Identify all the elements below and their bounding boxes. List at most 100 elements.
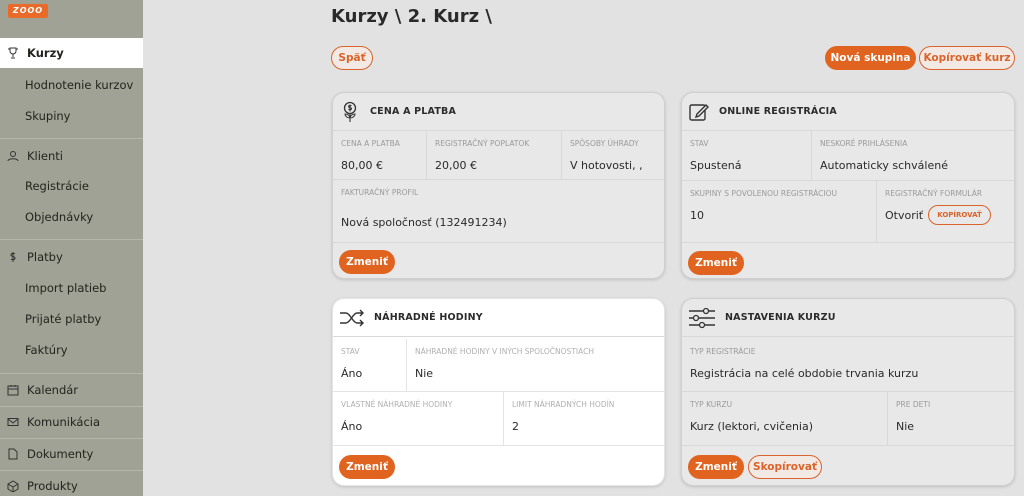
field-label: SPÔSOBY ÚHRADY xyxy=(570,139,639,148)
sidebar-item-komunikacia[interactable]: Komunikácia xyxy=(0,407,143,437)
sidebar-item-objednavky[interactable]: Objednávky xyxy=(0,202,143,232)
new-group-button[interactable]: Nová skupina xyxy=(825,46,916,70)
field-value: Áno xyxy=(341,367,363,380)
shuffle-icon xyxy=(339,307,365,329)
field-label: TYP REGISTRÁCIE xyxy=(690,347,756,356)
change-button[interactable]: Zmeniť xyxy=(339,250,395,274)
field-value: Nie xyxy=(896,420,915,433)
field-value: 10 xyxy=(690,209,704,222)
field-value: Automaticky schválené xyxy=(820,159,948,172)
sidebar-divider xyxy=(0,373,143,374)
field-label: CENA A PLATBA xyxy=(341,139,400,148)
sidebar-divider xyxy=(0,239,143,240)
field-label: REGISTRAČNÝ FORMULÁR xyxy=(885,189,983,198)
sidebar-item-klienti[interactable]: Klienti xyxy=(0,141,143,171)
sidebar-item-label: Registrácie xyxy=(25,179,89,193)
other-companies-cell: NÁHRADNÉ HODINY V INÝCH SPOLOČNOSTIACH N… xyxy=(407,339,664,392)
sidebar-item-label: Objednávky xyxy=(25,210,94,224)
field-value: 2 xyxy=(512,420,519,433)
field-value: 20,00 € xyxy=(435,159,477,172)
field-label: TYP KURZU xyxy=(690,400,733,409)
field-label: FAKTURAČNÝ PROFIL xyxy=(341,188,419,197)
sidebar-item-hodnotenie[interactable]: Hodnotenie kurzov xyxy=(0,70,143,100)
change-button[interactable]: Zmeniť xyxy=(688,251,744,275)
sidebar-item-label: Kalendár xyxy=(27,383,79,397)
field-label: REGISTRAČNÝ POPLATOK xyxy=(435,139,530,148)
invoice-profile-cell: FAKTURAČNÝ PROFIL Nová spoločnosť (13249… xyxy=(333,180,664,243)
makeup-hours-card: NÁHRADNÉ HODINY STAV Áno NÁHRADNÉ HODINY… xyxy=(332,298,665,486)
sidebar-item-dokumenty[interactable]: Dokumenty xyxy=(0,439,143,469)
field-label: NESKORÉ PRIHLÁSENIA xyxy=(820,139,908,148)
sidebar-item-label: Platby xyxy=(27,250,63,264)
card-title: NÁHRADNÉ HODINY xyxy=(374,312,483,323)
sidebar-item-label: Import platieb xyxy=(25,281,107,295)
users-icon xyxy=(6,149,20,163)
sidebar-item-import-platieb[interactable]: Import platieb xyxy=(0,273,143,303)
calendar-icon xyxy=(6,383,20,397)
change-button[interactable]: Zmeniť xyxy=(688,455,744,479)
course-type-cell: TYP KURZU Kurz (lektori, cvičenia) xyxy=(682,392,888,446)
course-settings-card: NASTAVENIA KURZU TYP REGISTRÁCIE Registr… xyxy=(681,298,1015,486)
field-value: Áno xyxy=(341,420,363,433)
limit-cell: LIMIT NÁHRADNÝCH HODÍN 2 xyxy=(504,392,664,446)
field-label: VLASTNÉ NÁHRADNÉ HODINY xyxy=(341,400,453,409)
card-header: ONLINE REGISTRÁCIA xyxy=(682,93,1014,131)
field-value: Registrácia na celé obdobie trvania kurz… xyxy=(690,367,919,380)
box-icon xyxy=(6,479,20,493)
sidebar-item-label: Faktúry xyxy=(25,343,68,357)
registration-type-cell: TYP REGISTRÁCIE Registrácia na celé obdo… xyxy=(682,339,1014,392)
field-label: STAV xyxy=(341,347,360,356)
field-value: Kurz (lektori, cvičenia) xyxy=(690,420,814,433)
sidebar-item-prijate-platby[interactable]: Prijaté platby xyxy=(0,304,143,334)
field-label: PRE DETI xyxy=(896,400,931,409)
copy-settings-button[interactable]: Skopírovať xyxy=(748,455,822,479)
sidebar-item-label: Kurzy xyxy=(27,46,64,60)
online-registration-card: ONLINE REGISTRÁCIA STAV Spustená NESKORÉ… xyxy=(681,92,1015,279)
page-title: Kurzy \ 2. Kurz \ xyxy=(331,6,492,27)
sidebar-item-faktury[interactable]: Faktúry xyxy=(0,335,143,365)
sidebar-item-label: Hodnotenie kurzov xyxy=(25,78,134,92)
sidebar-item-label: Produkty xyxy=(27,479,78,493)
sidebar-item-platby[interactable]: Platby xyxy=(0,242,143,272)
state-cell: STAV Áno xyxy=(333,339,407,392)
card-header: NÁHRADNÉ HODINY xyxy=(333,299,664,337)
money-plant-icon xyxy=(339,101,361,123)
sidebar-item-produkty[interactable]: Produkty xyxy=(0,471,143,496)
document-icon xyxy=(6,447,20,461)
copy-form-button[interactable]: KOPÍROVAŤ xyxy=(928,205,991,225)
fee-cell: REGISTRAČNÝ POPLATOK 20,00 € xyxy=(427,131,562,180)
form-cell: REGISTRAČNÝ FORMULÁR Otvoriť KOPÍROVAŤ xyxy=(877,181,1014,243)
sidebar-item-label: Skupiny xyxy=(25,109,71,123)
change-button[interactable]: Zmeniť xyxy=(339,455,395,479)
dollar-icon xyxy=(6,250,20,264)
app-logo: ZOOO xyxy=(8,4,48,18)
sidebar-item-label: Dokumenty xyxy=(27,447,94,461)
card-header: NASTAVENIA KURZU xyxy=(682,299,1014,337)
groups-cell: SKUPINY S POVOLENOU REGISTRÁCIOU 10 xyxy=(682,181,877,243)
field-value: Spustená xyxy=(690,159,742,172)
sidebar-item-skupiny[interactable]: Skupiny xyxy=(0,101,143,131)
sidebar-divider xyxy=(0,138,143,139)
mail-icon xyxy=(6,415,20,429)
late-signup-cell: NESKORÉ PRIHLÁSENIA Automaticky schválen… xyxy=(812,131,1014,181)
field-label: NÁHRADNÉ HODINY V INÝCH SPOLOČNOSTIACH xyxy=(415,347,594,356)
for-kids-cell: PRE DETI Nie xyxy=(888,392,1014,446)
sidebar-item-kalendar[interactable]: Kalendár xyxy=(0,375,143,405)
sidebar-item-registracie[interactable]: Registrácie xyxy=(0,171,143,201)
sidebar-item-label: Prijaté platby xyxy=(25,312,102,326)
card-title: NASTAVENIA KURZU xyxy=(725,312,836,323)
open-form-link[interactable]: Otvoriť xyxy=(885,209,923,222)
state-cell: STAV Spustená xyxy=(682,131,812,181)
field-value: 80,00 € xyxy=(341,159,383,172)
sidebar-item-kurzy[interactable]: Kurzy xyxy=(0,38,143,68)
field-label: LIMIT NÁHRADNÝCH HODÍN xyxy=(512,400,615,409)
field-value: Nie xyxy=(415,367,434,380)
copy-course-button[interactable]: Kopírovať kurz xyxy=(919,46,1015,70)
back-button[interactable]: Späť xyxy=(331,46,373,70)
sidebar: ZOOO Kurzy Hodnotenie kurzov Skupiny Kli… xyxy=(0,0,143,496)
field-value: Nová spoločnosť (132491234) xyxy=(341,216,507,229)
sidebar-item-label: Klienti xyxy=(27,149,63,163)
field-value: V hotovosti, , xyxy=(570,159,643,172)
card-header: CENA A PLATBA xyxy=(333,93,664,131)
card-title: CENA A PLATBA xyxy=(370,106,457,117)
